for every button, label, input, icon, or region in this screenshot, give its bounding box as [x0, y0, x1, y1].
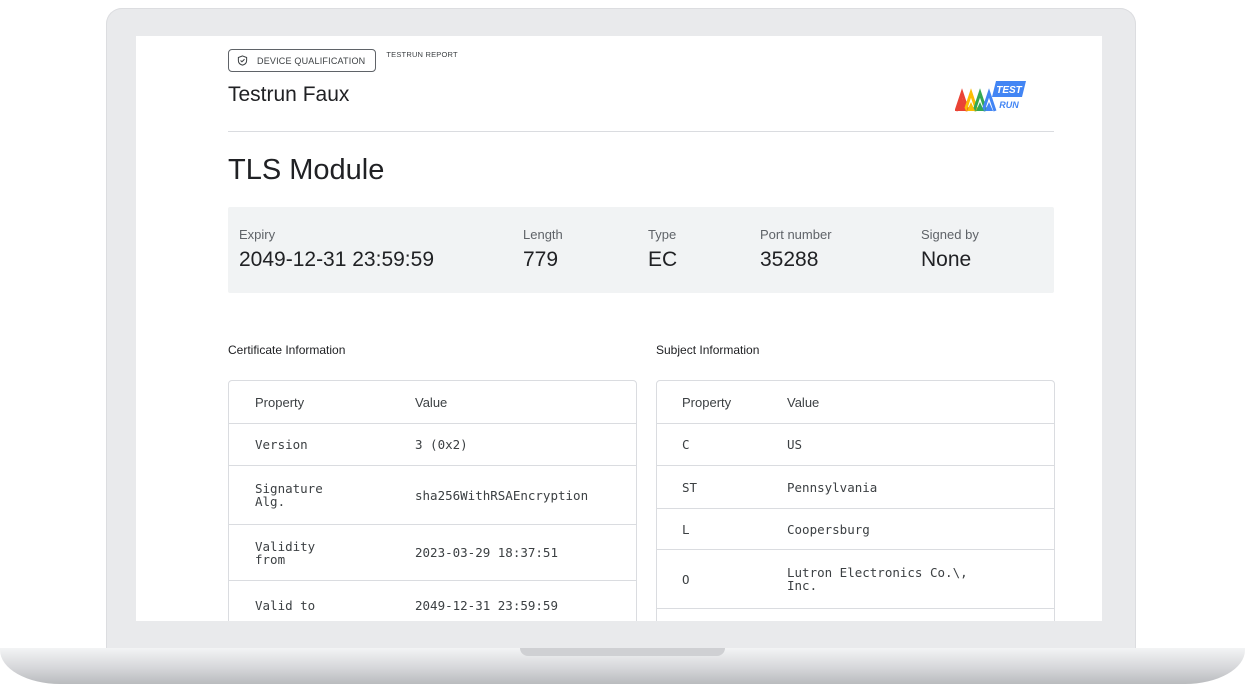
- table-row: C US: [657, 423, 1054, 465]
- value-cell: Pennsylvania: [787, 479, 878, 495]
- summary-length: Length 779: [523, 227, 563, 272]
- summary-label: Expiry: [239, 227, 276, 242]
- column-header: Value: [787, 394, 820, 410]
- summary-value: EC: [648, 248, 678, 271]
- subject-table: Property Value C US ST Pennsylvania L Co…: [656, 380, 1055, 621]
- chip-label: DEVICE QUALIFICATION: [257, 55, 366, 66]
- value-cell: US: [787, 437, 803, 452]
- summary-value: 2049-12-31 23:59:59: [239, 248, 434, 271]
- testrun-logo-icon: TEST RUN: [955, 81, 1026, 112]
- summary-label: Type: [648, 227, 677, 242]
- summary-label: Signed by: [921, 227, 979, 242]
- summary-value: 35288: [760, 248, 819, 271]
- property-cell: C: [682, 437, 690, 452]
- report-screen: DEVICE QUALIFICATION TESTRUN REPORT Test…: [136, 36, 1102, 621]
- svg-text:RUN: RUN: [999, 100, 1019, 110]
- table-row: Valid to 2049-12-31 23:59:59: [229, 580, 636, 621]
- summary-panel: Expiry 2049-12-31 23:59:59 Length 779 Ty…: [228, 207, 1054, 293]
- property-cell: Version: [255, 437, 308, 452]
- property-cell: Signature Alg.: [255, 481, 323, 509]
- summary-value: None: [921, 248, 972, 271]
- value-cell: 2049-12-31 23:59:59: [415, 597, 558, 613]
- header-divider: [228, 131, 1054, 132]
- table-header-row: Property Value: [657, 381, 1054, 423]
- summary-expiry: Expiry 2049-12-31 23:59:59: [239, 227, 434, 272]
- module-title: TLS Module: [228, 154, 385, 186]
- column-header: Value: [415, 394, 448, 410]
- report-chips: DEVICE QUALIFICATION TESTRUN REPORT: [228, 49, 458, 72]
- summary-type: Type EC: [648, 227, 677, 272]
- property-cell: O: [682, 571, 690, 587]
- property-cell: Valid to: [255, 597, 316, 613]
- device-qualification-chip[interactable]: DEVICE QUALIFICATION: [228, 49, 377, 72]
- table-row: L Coopersburg: [657, 508, 1054, 549]
- table-row: ST Pennsylvania: [657, 465, 1054, 508]
- column-header: Property: [682, 394, 732, 410]
- summary-label: Port number: [760, 227, 832, 242]
- summary-port-number: Port number 35288: [760, 227, 832, 272]
- value-cell: Lutron Electronics Co.\, Inc.: [787, 565, 968, 593]
- summary-signed-by: Signed by None: [921, 227, 979, 272]
- value-cell: Coopersburg: [787, 521, 870, 537]
- table-row: Validity from 2023-03-29 18:37:51: [229, 524, 636, 580]
- property-cell: ST: [682, 479, 698, 495]
- table-row: Signature Alg. sha256WithRSAEncryption: [229, 465, 636, 524]
- table-header-row: Property Value: [229, 381, 636, 423]
- certificate-table: Property Value Version 3 (0x2) Signature…: [228, 380, 637, 621]
- summary-value: 779: [523, 248, 559, 271]
- table-row: O Lutron Electronics Co.\, Inc.: [657, 549, 1054, 608]
- value-cell: 2023-03-29 18:37:51: [415, 545, 558, 560]
- table-row: [657, 608, 1054, 621]
- svg-text:TEST: TEST: [996, 85, 1022, 96]
- value-cell: 3 (0x2): [415, 437, 468, 452]
- device-name: Testrun Faux: [228, 83, 350, 106]
- property-cell: L: [682, 521, 690, 537]
- summary-label: Length: [523, 227, 563, 242]
- report-type-label: TESTRUN REPORT: [386, 50, 458, 59]
- subject-info-title: Subject Information: [656, 343, 760, 357]
- table-row: Version 3 (0x2): [229, 423, 636, 465]
- property-cell: Validity from: [255, 538, 316, 567]
- laptop-notch: [520, 648, 725, 656]
- value-cell: sha256WithRSAEncryption: [415, 487, 589, 503]
- shield-check-icon: [237, 55, 248, 66]
- column-header: Property: [255, 394, 305, 410]
- certificate-info-title: Certificate Information: [228, 343, 346, 357]
